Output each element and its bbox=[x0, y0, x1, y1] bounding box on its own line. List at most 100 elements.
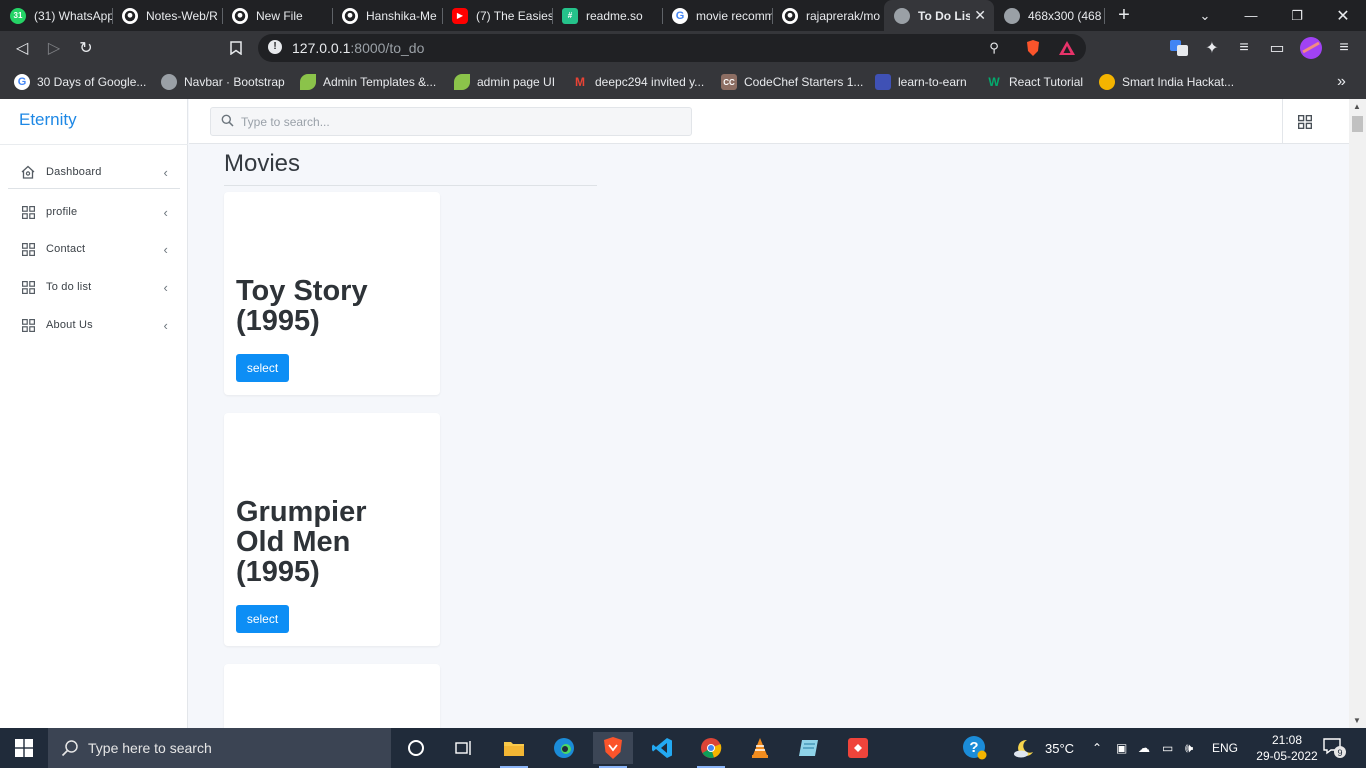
apps-grid-button[interactable] bbox=[1282, 99, 1327, 144]
page-scrollbar[interactable]: ▲ ▼ bbox=[1349, 99, 1366, 728]
bookmark-smart-india-hackathon[interactable]: Smart India Hackat... bbox=[1099, 71, 1234, 93]
zoom-icon[interactable]: ⚲ bbox=[985, 39, 1003, 57]
select-button[interactable]: select bbox=[236, 354, 289, 382]
edge-icon[interactable] bbox=[544, 732, 584, 764]
tab-rajaprerak[interactable]: rajaprerak/mo bbox=[772, 0, 882, 31]
sidebar-item-dashboard[interactable]: Dashboard ‹ bbox=[8, 155, 180, 189]
learn-icon bbox=[875, 74, 891, 90]
movie-card bbox=[224, 664, 440, 728]
bookmark-admin-templates[interactable]: Admin Templates &... bbox=[300, 71, 436, 93]
menu-icon[interactable]: ≡ bbox=[1333, 37, 1355, 59]
sidebar-item-label: To do list bbox=[46, 281, 92, 293]
sidebar-item-about-us[interactable]: About Us ‹ bbox=[8, 308, 180, 342]
profile-avatar[interactable] bbox=[1300, 37, 1322, 59]
meet-now-icon[interactable]: ▣ bbox=[1116, 728, 1127, 768]
scrollbar-thumb[interactable] bbox=[1352, 116, 1363, 132]
language-indicator[interactable]: ENG bbox=[1212, 728, 1238, 768]
weather-icon[interactable] bbox=[1012, 728, 1036, 768]
bookmark-gmail[interactable]: M deepc294 invited y... bbox=[572, 71, 704, 93]
reload-button[interactable]: ↻ bbox=[75, 37, 97, 59]
bookmark-icon[interactable] bbox=[225, 37, 247, 59]
sidebar-item-profile[interactable]: profile ‹ bbox=[8, 195, 180, 229]
tab-movie-recomm[interactable]: G movie recomm bbox=[662, 0, 772, 31]
battery-icon[interactable]: ▭ bbox=[1162, 728, 1173, 768]
media-icon[interactable]: ≡ bbox=[1233, 37, 1255, 59]
help-icon[interactable]: ? bbox=[962, 728, 988, 768]
readme-icon: # bbox=[562, 7, 578, 24]
tab-to-do-list[interactable]: To Do List ✕ bbox=[884, 0, 994, 31]
grid-icon bbox=[20, 279, 36, 295]
address-bar[interactable]: ! 127.0.0.1:8000/to_do ⚲ bbox=[258, 34, 1086, 62]
tab-title: Notes-Web/R bbox=[146, 8, 218, 23]
close-tab-icon[interactable]: ✕ bbox=[974, 7, 986, 24]
tab-hanshika[interactable]: Hanshika-Me bbox=[332, 0, 442, 31]
tab-title: (7) The Easies bbox=[476, 8, 552, 23]
bookmark-navbar-bootstrap[interactable]: Navbar · Bootstrap bbox=[161, 71, 285, 93]
show-hidden-icons-chevron-icon[interactable]: ⌃ bbox=[1092, 728, 1102, 768]
url-text[interactable]: 127.0.0.1:8000/to_do bbox=[292, 40, 424, 56]
tab-whatsapp[interactable]: 31 (31) WhatsApp bbox=[0, 0, 112, 31]
anydesk-icon[interactable] bbox=[838, 732, 878, 764]
tab-search-chevron-icon[interactable]: ⌄ bbox=[1182, 0, 1228, 31]
brave-rewards-icon[interactable] bbox=[1058, 39, 1076, 57]
grid-icon bbox=[20, 204, 36, 220]
weather-temperature[interactable]: 35°C bbox=[1045, 728, 1074, 768]
extensions-icon[interactable]: ✦ bbox=[1201, 37, 1223, 59]
cortana-icon[interactable] bbox=[396, 732, 436, 764]
tab-title: readme.so bbox=[586, 8, 643, 23]
bookmark-react-tutorial[interactable]: W React Tutorial bbox=[986, 71, 1083, 93]
bookmark-admin-page-ui[interactable]: admin page UI bbox=[454, 71, 555, 93]
task-view-icon[interactable] bbox=[444, 732, 484, 764]
sidebar-item-label: Contact bbox=[46, 243, 86, 255]
page-title: Movies bbox=[224, 150, 301, 177]
tab-youtube[interactable]: ▶ (7) The Easies bbox=[442, 0, 552, 31]
forward-button[interactable]: ▷ bbox=[43, 37, 65, 59]
site-info-icon[interactable]: ! bbox=[268, 40, 282, 54]
new-tab-button[interactable]: + bbox=[1114, 4, 1134, 26]
vlc-icon[interactable] bbox=[740, 732, 780, 764]
tab-readme[interactable]: # readme.so bbox=[552, 0, 662, 31]
file-explorer-icon[interactable] bbox=[494, 732, 534, 768]
bookmark-learn-to-earn[interactable]: learn-to-earn bbox=[875, 71, 967, 93]
minimize-button[interactable]: — bbox=[1228, 0, 1274, 31]
clock-date: 29-05-2022 bbox=[1256, 749, 1318, 763]
vscode-icon[interactable] bbox=[642, 732, 682, 764]
translate-icon[interactable] bbox=[1168, 37, 1190, 59]
chevron-left-icon: ‹ bbox=[163, 241, 168, 257]
google-icon: G bbox=[14, 74, 30, 90]
bookmarks-overflow-icon[interactable]: » bbox=[1337, 71, 1346, 93]
bookmark-30-days-google[interactable]: G 30 Days of Google... bbox=[14, 71, 146, 93]
brave-browser-icon[interactable] bbox=[593, 732, 633, 768]
close-window-button[interactable]: ✕ bbox=[1320, 0, 1366, 31]
leaf-icon bbox=[454, 74, 470, 90]
notepad-app-icon[interactable] bbox=[789, 732, 829, 764]
volume-icon[interactable]: 🕪 bbox=[1185, 728, 1193, 768]
sidebar-item-to-do-list[interactable]: To do list ‹ bbox=[8, 270, 180, 304]
select-button[interactable]: select bbox=[236, 605, 289, 633]
scroll-up-arrow-icon[interactable]: ▲ bbox=[1353, 102, 1361, 111]
network-icon[interactable]: ☁ bbox=[1138, 728, 1150, 768]
tab-new-file[interactable]: New File bbox=[222, 0, 332, 31]
sidebar-item-contact[interactable]: Contact ‹ bbox=[8, 232, 180, 266]
bookmark-codechef[interactable]: CC CodeChef Starters 1... bbox=[721, 71, 863, 93]
brave-shield-icon[interactable] bbox=[1024, 39, 1042, 57]
taskbar-search[interactable]: Type here to search bbox=[48, 728, 391, 768]
youtube-icon: ▶ bbox=[452, 7, 468, 24]
notifications-icon[interactable]: 9 bbox=[1323, 728, 1347, 768]
chrome-icon[interactable] bbox=[691, 732, 731, 768]
start-button[interactable] bbox=[4, 732, 44, 764]
clock[interactable]: 21:08 29-05-2022 bbox=[1256, 732, 1318, 764]
search-input[interactable] bbox=[241, 113, 681, 131]
svg-text:9: 9 bbox=[1337, 748, 1342, 758]
tab-notes-web[interactable]: Notes-Web/R bbox=[112, 0, 222, 31]
windows-icon bbox=[15, 739, 33, 757]
wallet-icon[interactable]: ▭ bbox=[1266, 37, 1288, 59]
back-button[interactable]: ◁ bbox=[11, 37, 33, 59]
restore-button[interactable]: ❐ bbox=[1274, 0, 1320, 31]
search-box[interactable] bbox=[210, 107, 692, 136]
brand-logo[interactable]: Eternity bbox=[19, 110, 77, 130]
browser-toolbar: ◁ ▷ ↻ ! 127.0.0.1:8000/to_do ⚲ ✦ ≡ ▭ ≡ bbox=[0, 31, 1366, 65]
home-icon bbox=[20, 164, 36, 180]
tab-468x300[interactable]: 468x300 (468 bbox=[994, 0, 1104, 31]
scroll-down-arrow-icon[interactable]: ▼ bbox=[1353, 716, 1361, 725]
